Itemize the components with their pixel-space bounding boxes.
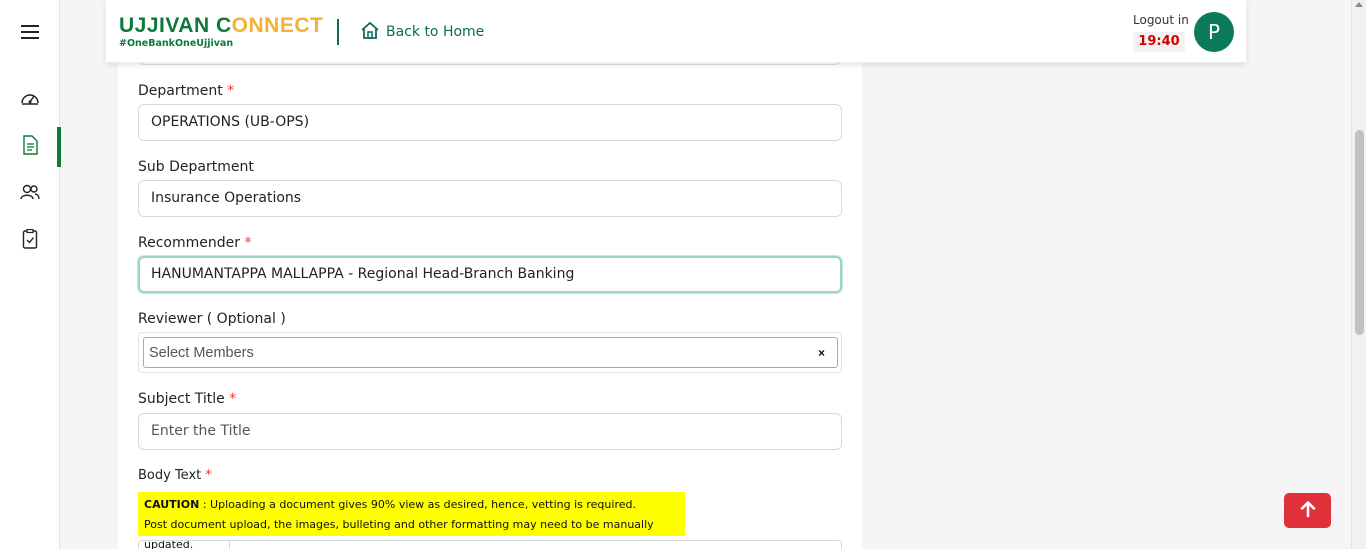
scroll-to-top-button[interactable] <box>1284 493 1331 528</box>
logo-o-mark: O <box>231 14 249 37</box>
department-field[interactable]: OPERATIONS (UB-OPS) <box>138 104 842 141</box>
menu-icon <box>21 24 39 43</box>
caution-notice: CAUTION : Uploading a document gives 90%… <box>138 492 685 549</box>
back-to-home-label: Back to Home <box>386 24 485 40</box>
scroll-up-arrow-icon[interactable] <box>1355 2 1363 7</box>
clipboard-check-icon <box>22 228 38 253</box>
top-header: UJJIVAN CONNECT #OneBankOneUjjivan Back … <box>106 0 1246 63</box>
reviewer-select[interactable]: Select Members × <box>143 337 838 368</box>
logout-label: Logout in <box>1133 13 1189 27</box>
department-label: Department * <box>138 83 235 99</box>
scrollbar-thumb[interactable] <box>1355 130 1364 335</box>
back-to-home-link[interactable]: Back to Home <box>360 21 484 43</box>
subject-title-input[interactable]: Enter the Title <box>138 413 842 450</box>
page-scrollbar[interactable] <box>1351 0 1366 549</box>
menu-toggle[interactable] <box>0 13 60 53</box>
header-divider <box>337 19 339 45</box>
dashboard-gauge-icon <box>20 90 40 110</box>
body-text-editor[interactable] <box>138 540 842 549</box>
ujjivan-connect-logo[interactable]: UJJIVAN CONNECT #OneBankOneUjjivan <box>119 14 324 50</box>
recommender-label: Recommender * <box>138 235 252 251</box>
sidebar <box>0 0 61 549</box>
caution-line1: : Uploading a document gives 90% view as… <box>199 498 636 511</box>
sidebar-item-tasks[interactable] <box>0 221 60 261</box>
sidebar-item-dashboard[interactable] <box>0 80 60 120</box>
subject-title-label: Subject Title * <box>138 391 237 407</box>
sidebar-item-users[interactable] <box>0 174 60 214</box>
caution-heading: CAUTION <box>144 498 200 511</box>
sub-department-field[interactable]: Insurance Operations <box>138 180 842 217</box>
home-icon <box>360 21 380 43</box>
reviewer-label: Reviewer ( Optional ) <box>138 311 286 327</box>
document-icon <box>22 135 38 159</box>
session-timer: 19:40 <box>1133 32 1185 52</box>
reviewer-placeholder: Select Members <box>149 345 254 361</box>
sub-department-label: Sub Department <box>138 159 254 175</box>
recommender-field[interactable]: HANUMANTAPPA MALLAPPA - Regional Head-Br… <box>138 256 842 293</box>
logo-wordmark: UJJIVAN CONNECT <box>119 14 324 37</box>
logo-tagline: #OneBankOneUjjivan <box>119 38 234 49</box>
clear-selection-icon[interactable]: × <box>818 346 825 360</box>
subject-title-placeholder: Enter the Title <box>151 423 251 439</box>
sidebar-item-documents[interactable] <box>0 127 61 167</box>
avatar[interactable]: P <box>1194 12 1234 52</box>
reviewer-select-container: Select Members × <box>138 332 842 373</box>
editor-toolbar-divider <box>229 540 230 549</box>
arrow-up-icon <box>1300 500 1316 522</box>
body-text-label: Body Text * <box>138 468 212 483</box>
users-icon <box>20 184 40 204</box>
